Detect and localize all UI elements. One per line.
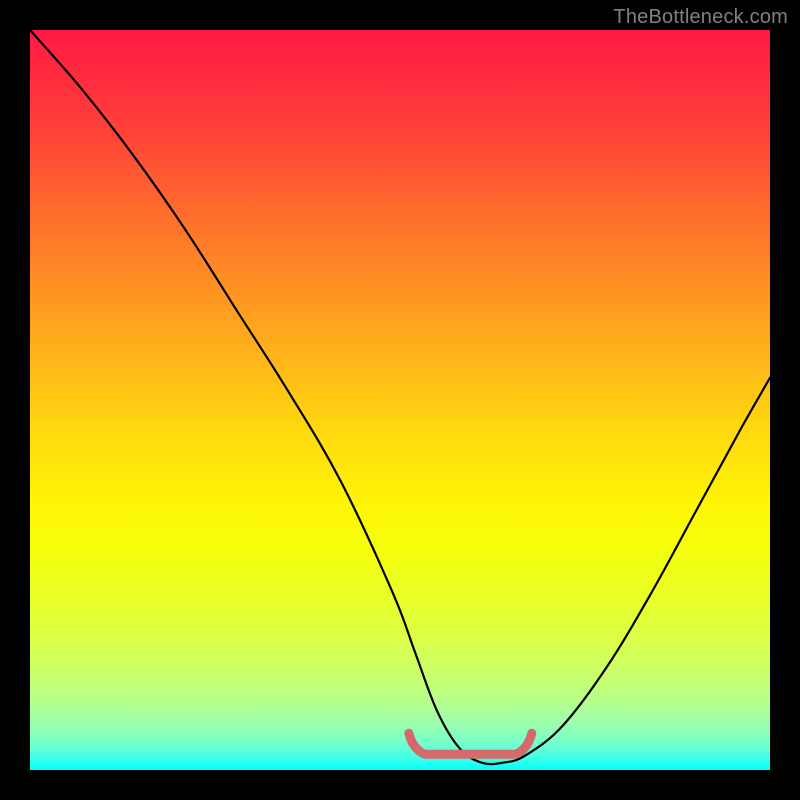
watermark-label: TheBottleneck.com bbox=[613, 6, 788, 29]
chart-frame: TheBottleneck.com bbox=[0, 0, 800, 800]
bottleneck-curve bbox=[30, 30, 770, 764]
curve-svg bbox=[30, 30, 770, 770]
plot-area bbox=[30, 30, 770, 770]
curve-group bbox=[30, 30, 770, 764]
flat-region-marker bbox=[409, 733, 532, 754]
